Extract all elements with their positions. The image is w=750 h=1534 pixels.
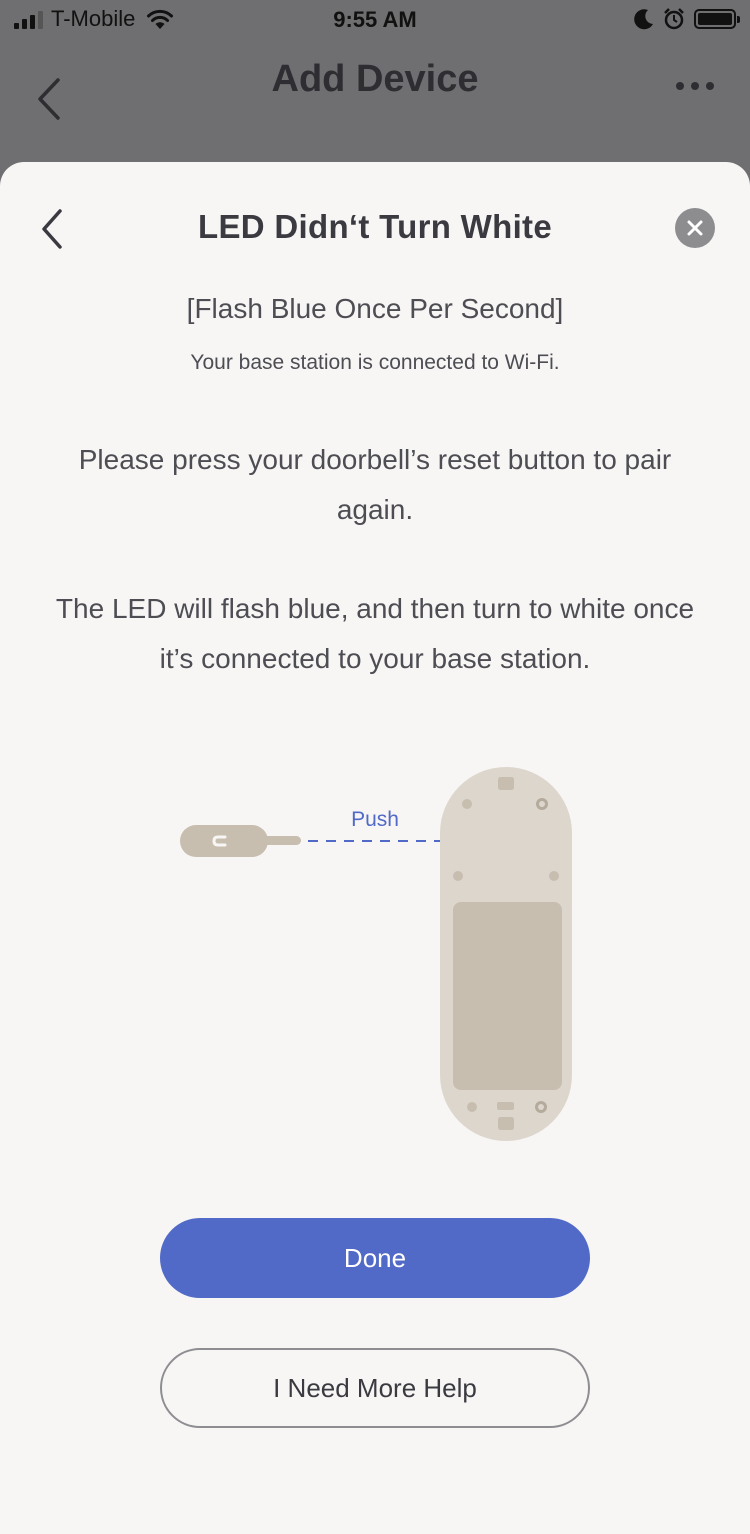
connection-note: Your base station is connected to Wi-Fi. [190, 351, 560, 374]
sheet-title: LED Didn‘t Turn White [198, 208, 552, 245]
need-more-help-button[interactable]: I Need More Help [160, 1348, 590, 1428]
reset-pin-icon [180, 825, 301, 857]
instruction-led: The LED will flash blue, and then turn t… [55, 593, 695, 674]
status-right [634, 7, 740, 31]
led-state-subtitle: [Flash Blue Once Per Second] [186, 293, 564, 324]
instruction-reset: Please press your doorbell’s reset butto… [78, 444, 672, 525]
alarm-icon [664, 8, 684, 30]
doorbell-reset-illustration: Push [180, 767, 572, 1141]
push-label: Push [351, 808, 399, 831]
doorbell-back-icon [440, 767, 572, 1141]
help-sheet: LED Didn‘t Turn White [Flash Blue Once P… [0, 162, 750, 1534]
status-bar: T-Mobile 9:55 AM [0, 0, 750, 42]
nav-bar: Add Device [0, 42, 750, 162]
done-button[interactable]: Done [160, 1218, 590, 1298]
close-icon[interactable] [675, 208, 715, 248]
more-dots-icon[interactable] [676, 82, 714, 90]
moon-icon [634, 9, 653, 30]
nav-title: Add Device [271, 58, 479, 100]
battery-icon [694, 9, 740, 29]
